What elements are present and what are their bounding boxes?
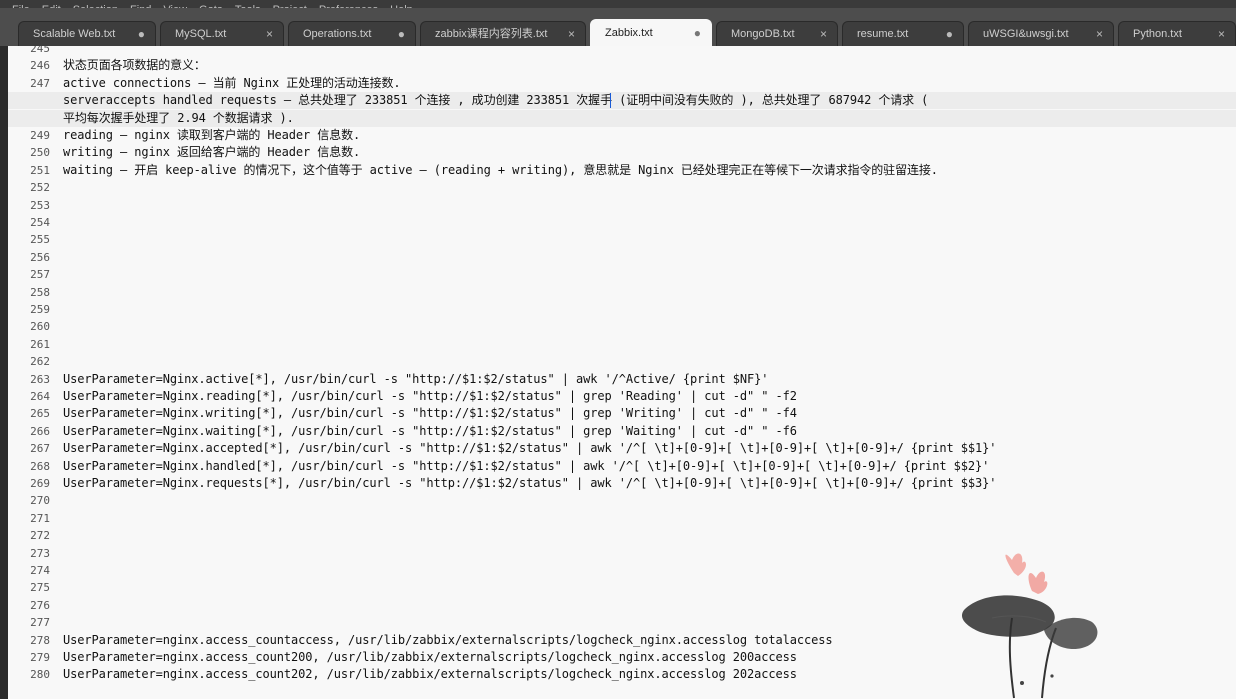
code-line[interactable]: 状态页面各项数据的意义：: [63, 57, 206, 74]
line-number: 272: [30, 529, 50, 543]
line-number: 246: [30, 59, 50, 73]
code-line[interactable]: 平均每次握手处理了 2.94 个数据请求 ).: [63, 110, 294, 127]
line-number: 276: [30, 598, 50, 612]
code-line[interactable]: UserParameter=nginx.access_count200, /us…: [63, 649, 797, 666]
code-line[interactable]: reading – nginx 读取到客户端的 Header 信息数.: [63, 127, 360, 144]
unsaved-dot-icon[interactable]: ●: [946, 22, 953, 46]
tab-zabbix-txt[interactable]: zabbix课程内容列表.txt ×: [420, 21, 586, 46]
line-number: 253: [30, 198, 50, 212]
close-icon[interactable]: ×: [1096, 22, 1103, 46]
tab-mysql-txt[interactable]: MySQL.txt ×: [160, 21, 284, 46]
close-icon[interactable]: ×: [1218, 22, 1225, 46]
code-line[interactable]: UserParameter=Nginx.accepted[*], /usr/bi…: [63, 440, 996, 457]
tab-mongodb-txt[interactable]: MongoDB.txt ×: [716, 21, 838, 46]
line-number: 266: [30, 424, 50, 438]
code-line[interactable]: writing – nginx 返回给客户端的 Header 信息数.: [63, 144, 360, 161]
line-number: 255: [30, 233, 50, 247]
line-number: 249: [30, 129, 50, 142]
line-number: 277: [30, 616, 50, 630]
lotus-ink-painting-icon: [961, 553, 1098, 699]
line-number: 274: [30, 564, 50, 577]
tab-label: Python.txt: [1133, 28, 1182, 40]
code-line[interactable]: active connections – 当前 Nginx 正处理的活动连接数.: [63, 75, 401, 92]
line-number: 257: [30, 268, 50, 282]
line-number: 268: [30, 459, 50, 473]
line-number: 278: [30, 633, 50, 647]
line-number: 245: [30, 46, 50, 55]
line-number: 262: [30, 355, 50, 369]
close-icon[interactable]: ×: [266, 22, 273, 46]
code-line[interactable]: serveraccepts handled requests – 总共处理了 2…: [63, 92, 928, 109]
line-number: 275: [30, 581, 50, 595]
unsaved-dot-icon[interactable]: ●: [138, 22, 145, 46]
tab-label: MySQL.txt: [175, 28, 227, 40]
line-number: 265: [30, 407, 50, 421]
code-line[interactable]: UserParameter=Nginx.requests[*], /usr/bi…: [63, 475, 996, 492]
menu-bar: FileEditSelectionFindViewGotoToolsProjec…: [0, 0, 1236, 8]
tab-python-txt[interactable]: Python.txt ×: [1118, 21, 1236, 46]
code-line[interactable]: UserParameter=Nginx.active[*], /usr/bin/…: [63, 371, 768, 388]
line-number: 252: [30, 181, 50, 195]
close-icon[interactable]: ×: [568, 22, 575, 46]
line-number: 269: [30, 477, 50, 490]
code-line[interactable]: UserParameter=Nginx.reading[*], /usr/bin…: [63, 388, 797, 405]
tab-label: Operations.txt: [303, 28, 372, 40]
line-number: 260: [30, 320, 50, 334]
tab-label: MongoDB.txt: [731, 28, 795, 40]
line-number: 261: [30, 337, 50, 351]
line-number: 264: [30, 390, 50, 403]
code-line[interactable]: UserParameter=nginx.access_countaccess, …: [63, 632, 833, 649]
tab-scalable-web-txt[interactable]: Scalable Web.txt ●: [18, 21, 156, 46]
line-number: 250: [30, 146, 50, 160]
tab-label: uWSGI&uwsgi.txt: [983, 28, 1069, 40]
code-line[interactable]: waiting – 开启 keep-alive 的情况下，这个值等于 activ…: [63, 162, 938, 179]
line-number: 279: [30, 651, 50, 664]
code-line[interactable]: UserParameter=nginx.access_count202, /us…: [63, 666, 797, 683]
line-number: 270: [30, 494, 50, 508]
code-line[interactable]: UserParameter=Nginx.handled[*], /usr/bin…: [63, 458, 989, 475]
line-number: 267: [30, 442, 50, 456]
code-line[interactable]: UserParameter=Nginx.waiting[*], /usr/bin…: [63, 423, 797, 440]
line-number: 247: [30, 76, 50, 90]
tab-operations-txt[interactable]: Operations.txt ●: [288, 21, 416, 46]
line-number: 256: [30, 250, 50, 264]
line-number: 254: [30, 216, 50, 229]
tab-zabbix-txt[interactable]: Zabbix.txt ●: [590, 19, 712, 47]
unsaved-dot-icon[interactable]: ●: [398, 22, 405, 46]
tab-label: zabbix课程内容列表.txt: [435, 28, 548, 40]
line-number: 273: [30, 546, 50, 560]
line-number: 259: [30, 303, 50, 316]
tab-label: Zabbix.txt: [605, 27, 653, 39]
tab-uwsgi-uwsgi-txt[interactable]: uWSGI&uwsgi.txt ×: [968, 21, 1114, 46]
unsaved-dot-icon[interactable]: ●: [694, 20, 701, 46]
tab-label: Scalable Web.txt: [33, 28, 116, 40]
line-number-gutter: 2452462472482492502512522532542552562572…: [8, 46, 58, 699]
line-number: 263: [30, 372, 50, 386]
line-number: 258: [30, 285, 50, 299]
tab-resume-txt[interactable]: resume.txt ●: [842, 21, 964, 46]
tab-label: resume.txt: [857, 28, 909, 40]
text-cursor: [610, 93, 611, 109]
line-number: 271: [30, 511, 50, 525]
close-icon[interactable]: ×: [820, 22, 827, 46]
tab-bar: Scalable Web.txt ● MySQL.txt × Operations.tx…: [0, 8, 1236, 47]
code-line[interactable]: UserParameter=Nginx.writing[*], /usr/bin…: [63, 405, 797, 422]
line-number: 280: [30, 668, 50, 682]
line-number: 251: [30, 163, 50, 177]
